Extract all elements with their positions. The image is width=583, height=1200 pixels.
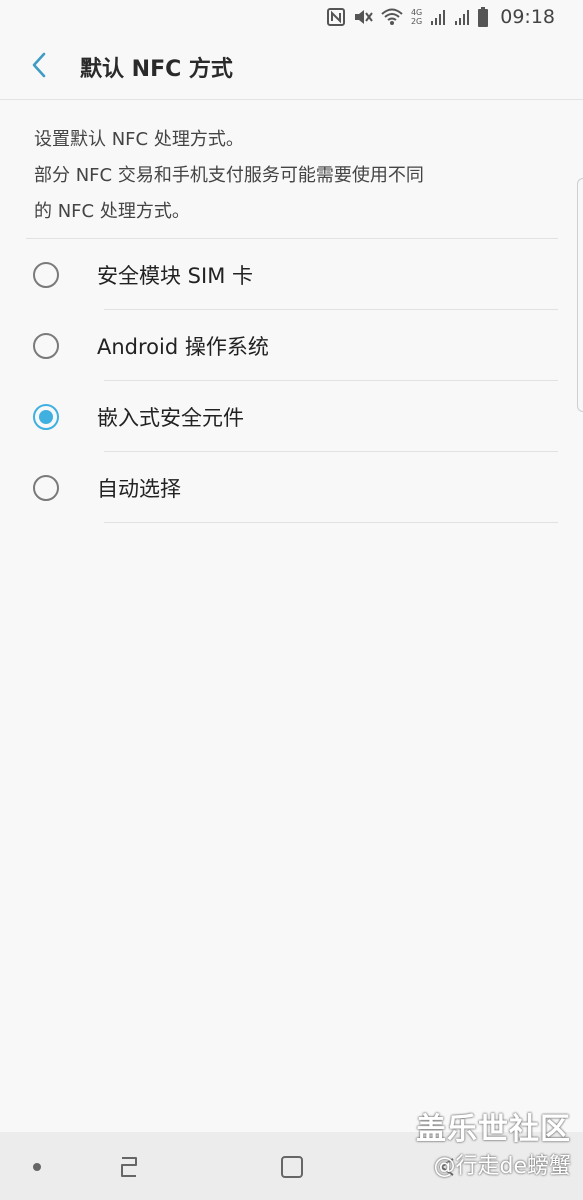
mute-icon — [353, 6, 373, 28]
option-sim-card[interactable]: 安全模块 SIM 卡 — [0, 239, 583, 310]
option-label: 自动选择 — [97, 476, 181, 501]
network-top-label: 4G — [410, 8, 423, 17]
description-line: 的 NFC 处理方式。 — [34, 201, 190, 222]
back-button[interactable] — [14, 42, 64, 92]
description-line: 部分 NFC 交易和手机支付服务可能需要使用不同 — [34, 165, 424, 186]
option-label: Android 操作系统 — [97, 334, 269, 359]
signal-icon — [454, 6, 470, 28]
option-android-os[interactable]: Android 操作系统 — [0, 310, 583, 381]
watermark-author: @行走de螃蟹 — [433, 1154, 571, 1179]
nfc-icon — [326, 6, 345, 28]
radio-button[interactable] — [33, 332, 59, 359]
signal-icon — [430, 6, 446, 28]
nfc-method-options: 安全模块 SIM 卡 Android 操作系统 嵌入式安全元件 自动选择 — [0, 239, 583, 523]
app-bar: 默认 NFC 方式 — [0, 34, 583, 100]
recents-icon[interactable] — [112, 1150, 146, 1184]
description-line: 设置默认 NFC 处理方式。 — [34, 129, 244, 150]
watermark-title: 盖乐世社区 — [416, 1112, 571, 1147]
radio-button[interactable] — [33, 474, 59, 501]
page-title: 默认 NFC 方式 — [80, 56, 233, 82]
network-bottom-label: 2G — [410, 17, 423, 26]
home-icon[interactable] — [275, 1150, 309, 1184]
option-embedded-secure-element[interactable]: 嵌入式安全元件 — [0, 381, 583, 452]
option-auto-select[interactable]: 自动选择 — [0, 452, 583, 523]
battery-icon — [478, 6, 489, 28]
dot-icon[interactable] — [20, 1150, 54, 1184]
radio-button-checked[interactable] — [33, 403, 59, 430]
chevron-left-icon — [29, 52, 49, 82]
edge-panel-handle[interactable] — [577, 178, 583, 412]
option-label: 安全模块 SIM 卡 — [97, 263, 253, 288]
description: 设置默认 NFC 处理方式。 部分 NFC 交易和手机支付服务可能需要使用不同 … — [34, 122, 534, 230]
status-bar: 4G 2G 09:18 — [0, 0, 583, 34]
network-4g-icon: 4G 2G — [411, 6, 422, 28]
status-time: 09:18 — [500, 6, 555, 28]
divider — [104, 522, 558, 523]
option-label: 嵌入式安全元件 — [97, 405, 244, 430]
wifi-icon — [381, 6, 403, 28]
radio-button[interactable] — [33, 261, 59, 288]
